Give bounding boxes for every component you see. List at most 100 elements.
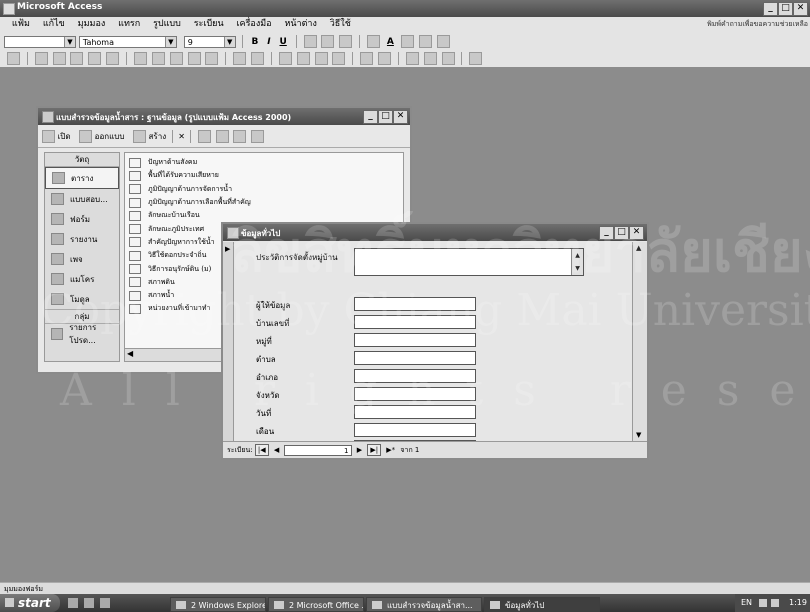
bold-button[interactable]: B xyxy=(249,37,262,47)
font-color-button[interactable]: A xyxy=(384,37,397,47)
spelling-icon[interactable] xyxy=(106,52,120,65)
menu-window[interactable]: หน้าต่าง xyxy=(279,17,321,31)
properties-icon[interactable] xyxy=(405,52,419,65)
cut-icon[interactable] xyxy=(133,52,147,65)
menu-records[interactable]: ระเบียน xyxy=(189,17,229,31)
database-window-icon[interactable] xyxy=(423,52,437,65)
new-record-icon[interactable] xyxy=(360,52,374,65)
menu-help[interactable]: วิธีใช้ xyxy=(325,17,356,31)
task-windows-explorer[interactable]: 2 Windows Explorer xyxy=(170,597,266,612)
current-record-input[interactable]: 1 xyxy=(284,444,353,456)
font-size-combo[interactable]: 9 ▼ xyxy=(183,35,236,48)
list-item[interactable]: ภูมิปัญญาด้านการจัดการน้ำ xyxy=(125,183,403,196)
tambon-field[interactable] xyxy=(354,351,476,365)
province-field[interactable] xyxy=(354,387,476,401)
paste-icon[interactable] xyxy=(169,52,183,65)
special-effect-icon[interactable] xyxy=(436,35,450,48)
form-vertical-scrollbar[interactable]: ▲ ▼ xyxy=(632,242,647,441)
delete-button[interactable]: ✕ xyxy=(178,132,185,141)
tray-icon[interactable] xyxy=(771,599,779,607)
quick-launch-icon[interactable] xyxy=(68,598,78,608)
objects-macros[interactable]: แมโคร xyxy=(45,269,119,289)
large-icons-icon[interactable] xyxy=(197,130,211,143)
quick-launch-icon[interactable] xyxy=(100,598,110,608)
objects-queries[interactable]: แบบสอบ... xyxy=(45,189,119,209)
help-question-input[interactable]: พิมพ์คำถามเพื่อขอความช่วยเหลือ xyxy=(707,19,808,30)
language-indicator[interactable]: EN xyxy=(741,594,752,612)
align-right-icon[interactable] xyxy=(339,35,353,48)
print-icon[interactable] xyxy=(70,52,84,65)
new-record-button[interactable]: ▶* xyxy=(384,445,397,455)
textarea-scrollbar[interactable]: ▲ ▼ xyxy=(571,249,583,275)
next-record-button[interactable]: ▶ xyxy=(355,445,364,455)
design-button[interactable]: ออกแบบ xyxy=(95,132,125,141)
close-button[interactable]: ✕ xyxy=(393,110,408,124)
filter-by-selection-icon[interactable] xyxy=(278,52,292,65)
history-textarea[interactable]: ▲ ▼ xyxy=(354,248,584,276)
scroll-down-icon[interactable]: ▼ xyxy=(636,431,641,439)
view-icon[interactable] xyxy=(6,52,20,65)
filter-by-form-icon[interactable] xyxy=(296,52,310,65)
tray-icon[interactable] xyxy=(759,599,767,607)
close-button[interactable]: ✕ xyxy=(629,226,644,240)
list-item[interactable]: ภูมิปัญญาด้านการเลือกพื้นที่สำคัญ xyxy=(125,196,403,209)
scroll-left-icon[interactable]: ◀ xyxy=(127,349,133,358)
underline-button[interactable]: U xyxy=(276,37,289,47)
minimize-button[interactable]: _ xyxy=(763,2,778,16)
first-record-button[interactable]: |◀ xyxy=(254,444,269,456)
details-view-icon[interactable] xyxy=(250,130,264,143)
menu-file[interactable]: แฟ้ม xyxy=(7,17,35,31)
amphoe-field[interactable] xyxy=(354,369,476,383)
list-item[interactable]: พื้นที่ได้รับความเสียหาย xyxy=(125,169,403,182)
day-field[interactable] xyxy=(354,405,476,419)
italic-button[interactable]: I xyxy=(264,37,273,47)
open-button[interactable]: เปิด xyxy=(58,132,71,141)
list-item[interactable]: ปัญหาด้านสังคม xyxy=(125,156,403,169)
objects-modules[interactable]: โมดูล xyxy=(45,289,119,309)
fill-color-icon[interactable] xyxy=(367,35,381,48)
help-icon[interactable] xyxy=(469,52,483,65)
menu-insert[interactable]: แทรก xyxy=(113,17,145,31)
font-name-combo[interactable]: Tahoma ▼ xyxy=(78,35,177,48)
recorder-field[interactable] xyxy=(354,297,476,311)
objects-forms[interactable]: ฟอร์ม xyxy=(45,209,119,229)
small-icons-icon[interactable] xyxy=(215,130,229,143)
maximize-button[interactable]: □ xyxy=(378,110,393,124)
start-button[interactable]: start xyxy=(0,594,60,612)
objects-tables[interactable]: ตาราง xyxy=(45,167,119,189)
save-icon[interactable] xyxy=(34,52,48,65)
quick-launch-icon[interactable] xyxy=(84,598,94,608)
list-view-icon[interactable] xyxy=(233,130,247,143)
objects-reports[interactable]: รายงาน xyxy=(45,229,119,249)
form-window[interactable]: ข้อมูลทั่วไป _ □ ✕ ▶ ประวัติการจัดตั้งหม… xyxy=(221,222,649,460)
sort-descending-icon[interactable] xyxy=(251,52,264,65)
sort-ascending-icon[interactable] xyxy=(233,52,247,65)
hyperlink-icon[interactable] xyxy=(205,52,219,65)
groups-favorites[interactable]: รายการโปรด... xyxy=(45,323,119,345)
find-icon[interactable] xyxy=(332,52,346,65)
house-no-field[interactable] xyxy=(354,315,476,329)
minimize-button[interactable]: _ xyxy=(363,110,378,124)
line-color-icon[interactable] xyxy=(400,35,414,48)
menu-view[interactable]: มุมมอง xyxy=(73,17,111,31)
copy-icon[interactable] xyxy=(151,52,165,65)
task-microsoft-office[interactable]: 2 Microsoft Office ... xyxy=(268,597,364,612)
record-selector[interactable]: ▶ xyxy=(223,242,234,441)
prev-record-button[interactable]: ◀ xyxy=(272,445,281,455)
align-left-icon[interactable] xyxy=(303,35,317,48)
database-window-title-bar[interactable]: แบบสำรวจข้อมูลน้ำสาร : ฐานข้อมูล (รูปแบบ… xyxy=(38,108,410,125)
close-button[interactable]: ✕ xyxy=(793,2,808,16)
delete-record-icon[interactable] xyxy=(378,52,391,65)
menu-edit[interactable]: แก้ไข xyxy=(38,17,70,31)
border-icon[interactable] xyxy=(418,35,432,48)
moo-field[interactable] xyxy=(354,333,476,347)
maximize-button[interactable]: □ xyxy=(778,2,793,16)
menu-tools[interactable]: เครื่องมือ xyxy=(231,17,276,31)
maximize-button[interactable]: □ xyxy=(614,226,629,240)
new-object-icon[interactable] xyxy=(441,52,455,65)
objects-pages[interactable]: เพจ xyxy=(45,249,119,269)
undo-icon[interactable] xyxy=(187,52,201,65)
apply-filter-icon[interactable] xyxy=(314,52,328,65)
task-form-window[interactable]: ข้อมูลทั่วไป xyxy=(484,597,600,612)
align-center-icon[interactable] xyxy=(321,35,335,48)
